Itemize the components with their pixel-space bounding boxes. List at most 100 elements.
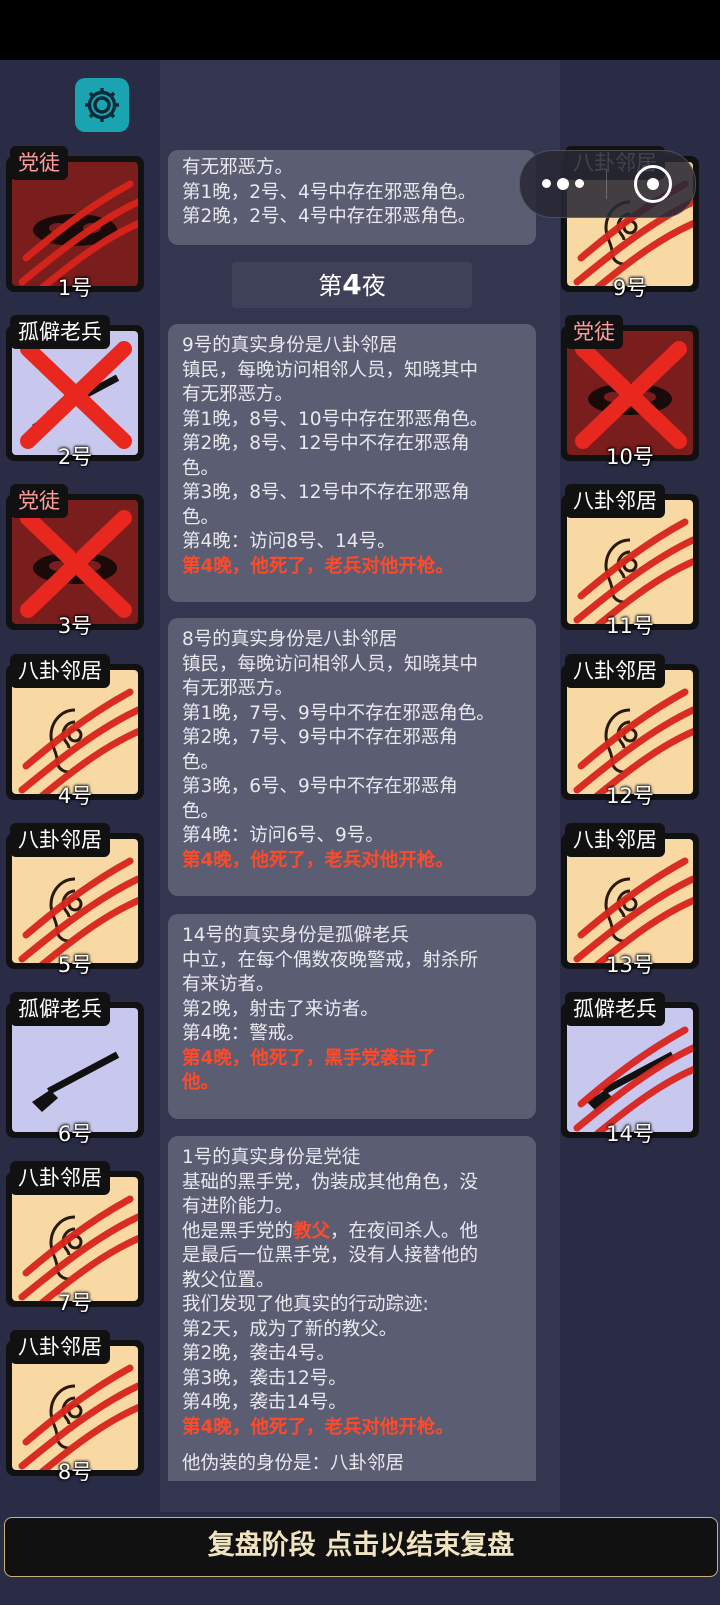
card-seat-number: 12号 bbox=[606, 784, 654, 808]
msg-line: 第3晚，6号、9号中不存在邪恶角 bbox=[182, 776, 458, 797]
msg-line: 8号的真实身份是八卦邻居 bbox=[182, 629, 398, 650]
card-art bbox=[12, 1177, 138, 1301]
night-header: 第4夜 bbox=[232, 262, 472, 308]
msg-line: 第1晚，8号、10号中存在邪恶角色。 bbox=[182, 408, 489, 430]
player-card-left-4[interactable]: 八卦邻居 5号 bbox=[6, 823, 144, 977]
msg-line: 有无邪恶方。 bbox=[182, 678, 294, 699]
card-role-label: 八卦邻居 bbox=[565, 484, 665, 518]
card-seat-number: 13号 bbox=[606, 953, 654, 977]
msg-line: 14号的真实身份是孤僻老兵 bbox=[182, 925, 410, 946]
card-art bbox=[12, 162, 138, 286]
mask-icon bbox=[18, 180, 138, 286]
msg-line: 1号的真实身份是党徒 bbox=[182, 1147, 361, 1168]
msg-line: 第2天，成为了新的教父。 bbox=[182, 1318, 398, 1340]
msg-line: 他是黑手党的教父，在夜间杀人。他 bbox=[182, 1220, 522, 1245]
msg-line: 第3晚，袭击12号。 bbox=[182, 1367, 347, 1389]
ear-icon bbox=[573, 688, 693, 794]
card-role-label: 八卦邻居 bbox=[10, 654, 110, 688]
msg-line: 有无邪恶方。 bbox=[182, 157, 294, 178]
ear-icon bbox=[573, 857, 693, 963]
msg-line: 9号的真实身份是八卦邻居 bbox=[182, 335, 398, 356]
card-role-label: 孤僻老兵 bbox=[10, 315, 110, 349]
card-role-label: 八卦邻居 bbox=[565, 823, 665, 857]
player-card-left-1[interactable]: 孤僻老兵 2号 bbox=[6, 315, 144, 469]
ear-icon bbox=[573, 518, 693, 624]
msg-line: 是最后一位黑手党，没有人接替他的 bbox=[182, 1245, 479, 1266]
death-line: 他。 bbox=[182, 1072, 220, 1093]
msg-line: 基础的黑手党，伪装成其他角色，没 bbox=[182, 1171, 479, 1193]
card-seat-number: 10号 bbox=[606, 445, 654, 469]
msg-line: 第2晚，8号、12号中不存在邪恶角 bbox=[182, 433, 470, 454]
card-art bbox=[12, 839, 138, 963]
msg-line: 教父位置。 bbox=[182, 1269, 275, 1291]
night-suffix: 夜 bbox=[361, 272, 386, 300]
msg-line: 第4晚：警戒。 bbox=[182, 1023, 305, 1044]
msg-line: 第3晚，8号、12号中不存在邪恶角 bbox=[182, 482, 470, 503]
status-bar bbox=[0, 0, 720, 60]
ear-icon bbox=[18, 1195, 138, 1301]
msg-line: 第2晚，袭击4号。 bbox=[182, 1343, 336, 1364]
card-role-label: 孤僻老兵 bbox=[10, 992, 110, 1026]
card-art bbox=[12, 1346, 138, 1470]
player-card-left-7[interactable]: 八卦邻居 8号 bbox=[6, 1330, 144, 1484]
msg-text: 他是黑手党的 bbox=[182, 1220, 294, 1242]
msg-line: 他伪装的身份是：八卦邻居 bbox=[182, 1453, 405, 1474]
card-art bbox=[567, 500, 693, 624]
settings-button[interactable] bbox=[75, 78, 129, 132]
msg-line: 有来访者。 bbox=[182, 974, 275, 995]
card-role-label: 八卦邻居 bbox=[565, 654, 665, 688]
godfather-highlight: 教父 bbox=[293, 1220, 331, 1242]
msg-line: 第2晚，2号、4号中存在邪恶角色。 bbox=[182, 206, 477, 227]
card-seat-number: 6号 bbox=[57, 1122, 93, 1146]
close-miniprogram-button[interactable] bbox=[634, 165, 672, 203]
card-art bbox=[12, 500, 138, 624]
player-card-left-3[interactable]: 八卦邻居 4号 bbox=[6, 654, 144, 808]
end-review-button[interactable]: 复盘阶段 点击以结束复盘 bbox=[4, 1517, 718, 1577]
card-role-label: 孤僻老兵 bbox=[565, 992, 665, 1026]
card-seat-number: 8号 bbox=[57, 1460, 93, 1484]
gear-icon bbox=[85, 88, 119, 122]
death-line: 第4晚，他死了，老兵对他开枪。 bbox=[182, 1416, 454, 1438]
review-message-9: 9号的真实身份是八卦邻居 镇民，每晚访问相邻人员，知晓其中 有无邪恶方。 第1晚… bbox=[168, 324, 536, 602]
review-message-1: 1号的真实身份是党徒 基础的黑手党，伪装成其他角色，没 有进阶能力。 他是黑手党… bbox=[168, 1136, 536, 1481]
card-role-label: 党徒 bbox=[10, 146, 68, 180]
card-art bbox=[12, 670, 138, 794]
rifle-icon bbox=[573, 1026, 693, 1132]
player-card-right-5[interactable]: 孤僻老兵 14号 bbox=[561, 992, 699, 1146]
msg-line: 色。 bbox=[182, 751, 220, 773]
player-card-left-6[interactable]: 八卦邻居 7号 bbox=[6, 1161, 144, 1315]
review-message-8: 8号的真实身份是八卦邻居 镇民，每晚访问相邻人员，知晓其中 有无邪恶方。 第1晚… bbox=[168, 618, 536, 896]
mask-icon bbox=[20, 510, 132, 618]
card-seat-number: 11号 bbox=[606, 614, 654, 638]
player-card-right-2[interactable]: 八卦邻居 11号 bbox=[561, 484, 699, 638]
msg-line: 第4晚：访问6号、9号。 bbox=[182, 825, 384, 846]
msg-line: 镇民，每晚访问相邻人员，知晓其中 bbox=[182, 653, 479, 675]
more-button[interactable] bbox=[542, 178, 584, 190]
player-card-right-4[interactable]: 八卦邻居 13号 bbox=[561, 823, 699, 977]
msg-line: 第1晚，2号、4号中存在邪恶角色。 bbox=[182, 181, 477, 203]
card-art bbox=[12, 331, 138, 455]
player-card-right-3[interactable]: 八卦邻居 12号 bbox=[561, 654, 699, 808]
review-message-top: 有无邪恶方。 第1晚，2号、4号中存在邪恶角色。 第2晚，2号、4号中存在邪恶角… bbox=[168, 150, 536, 245]
card-seat-number: 7号 bbox=[57, 1291, 93, 1315]
night-prefix: 第 bbox=[318, 272, 343, 300]
card-role-label: 八卦邻居 bbox=[10, 823, 110, 857]
player-card-left-2[interactable]: 党徒 3号 bbox=[6, 484, 144, 638]
review-message-14: 14号的真实身份是孤僻老兵 中立，在每个偶数夜晚警戒，射杀所 有来访者。 第2晚… bbox=[168, 914, 536, 1119]
player-card-left-5[interactable]: 孤僻老兵 6号 bbox=[6, 992, 144, 1146]
card-role-label: 党徒 bbox=[565, 315, 623, 349]
msg-line: 中立，在每个偶数夜晚警戒，射杀所 bbox=[182, 949, 479, 971]
card-seat-number: 9号 bbox=[612, 276, 648, 300]
player-card-left-0[interactable]: 党徒 1号 bbox=[6, 146, 144, 300]
msg-line: 第1晚，7号、9号中不存在邪恶角色。 bbox=[182, 702, 495, 724]
card-seat-number: 1号 bbox=[57, 276, 93, 300]
rifle-icon bbox=[32, 1051, 120, 1112]
death-line: 第4晚，他死了，老兵对他开枪。 bbox=[182, 849, 454, 871]
ear-icon bbox=[18, 857, 138, 963]
card-art bbox=[567, 670, 693, 794]
card-seat-number: 5号 bbox=[57, 953, 93, 977]
player-card-right-1[interactable]: 党徒 10号 bbox=[561, 315, 699, 469]
miniprogram-capsule bbox=[519, 150, 696, 218]
msg-text: ，在夜间杀人。他 bbox=[330, 1220, 479, 1242]
death-line: 第4晚，他死了，黑手党袭击了 bbox=[182, 1047, 436, 1069]
